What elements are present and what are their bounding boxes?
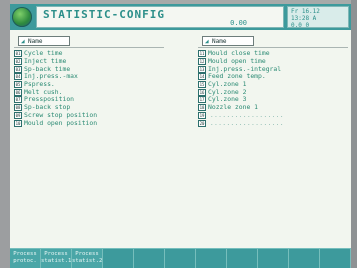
name-column-header[interactable]: ◢ Name — [18, 36, 70, 46]
item-number-box: 01 — [14, 50, 22, 58]
list-item[interactable]: 20.................. — [198, 119, 348, 127]
item-number-box: 17 — [198, 96, 206, 104]
item-number-box: 05 — [14, 81, 22, 89]
softkey-label-line1: Process — [75, 251, 99, 257]
header-divider — [198, 47, 348, 48]
statistic-config-panel: ◢ Name 01 Cycle time 02 Inject time 03 Sp-bac… — [10, 30, 351, 248]
list-item[interactable]: 19.................. — [198, 111, 348, 120]
list-item[interactable]: 18 Nozzle zone 1 — [198, 104, 348, 112]
item-number-box: 19 — [198, 111, 206, 119]
item-label: Mould open time — [208, 57, 266, 66]
left-bezel — [0, 0, 10, 268]
softkey-1[interactable]: Process protoc. — [10, 248, 41, 268]
status-date: Fr 16.12 — [291, 8, 320, 15]
list-item[interactable]: 10 Mould open position — [14, 119, 164, 127]
empty-slot-placeholder: .................. — [210, 119, 285, 127]
item-number-box: 09 — [14, 111, 22, 119]
sort-marker-icon: ◢ — [21, 38, 25, 45]
status-box: Fr 16.12 13:28 A 0.0 0 — [287, 6, 349, 29]
item-number-box: 06 — [14, 88, 22, 96]
item-label: Nozzle zone 1 — [208, 103, 259, 112]
item-number-box: 08 — [14, 104, 22, 112]
empty-slot-placeholder: .................. — [210, 111, 285, 119]
item-number-box: 11 — [198, 50, 206, 58]
header-label: Name — [212, 38, 227, 45]
left-column: ◢ Name 01 Cycle time 02 Inject time 03 Sp-bac… — [14, 36, 164, 127]
softkey-label-line2: statist.1 — [41, 258, 72, 264]
softkey-label-line2: protoc. — [13, 258, 37, 264]
item-label: Screw stop position — [24, 110, 98, 119]
globe-logo-icon — [12, 7, 32, 27]
right-bezel — [351, 0, 357, 268]
item-number-box: 07 — [14, 96, 22, 104]
softkey-7[interactable] — [196, 248, 227, 268]
page-title: STATISTIC-CONFIG — [43, 8, 165, 21]
item-number-box: 14 — [198, 73, 206, 81]
name-column-header[interactable]: ◢ Name — [202, 36, 254, 46]
header-divider — [14, 47, 164, 48]
softkey-2[interactable]: Process statist.1 — [41, 248, 72, 268]
softkey-6[interactable] — [165, 248, 196, 268]
softkey-3[interactable]: Process statist.2 — [72, 248, 103, 268]
softkey-9[interactable] — [258, 248, 289, 268]
item-number-box: 02 — [14, 58, 22, 66]
softkey-label-line1: Process — [44, 251, 68, 257]
softkey-5[interactable] — [134, 248, 165, 268]
item-label: Inject time — [24, 57, 67, 66]
cycle-time-readout: 0.00 — [230, 19, 247, 27]
softkey-bar: Process protoc. Process statist.1 Process sta… — [10, 248, 351, 268]
softkey-10[interactable] — [289, 248, 320, 268]
title-box: STATISTIC-CONFIG 0.00 — [36, 6, 284, 28]
item-number-box: 20 — [198, 119, 206, 127]
softkey-11[interactable] — [320, 248, 351, 268]
item-number-box: 16 — [198, 88, 206, 96]
item-number-box: 15 — [198, 81, 206, 89]
item-number-box: 10 — [14, 119, 22, 127]
item-number-box: 04 — [14, 73, 22, 81]
right-column: ◢ Name 11 Mould close time 12 Mould open ti… — [198, 36, 348, 127]
item-number-box: 13 — [198, 65, 206, 73]
status-clock: 13:28 A — [291, 15, 317, 22]
header-label: Name — [28, 38, 43, 45]
item-number-box: 12 — [198, 58, 206, 66]
sort-marker-icon: ◢ — [205, 38, 209, 45]
item-label: Mould open position — [24, 118, 98, 127]
status-value: 0.0 0 — [291, 22, 310, 29]
title-bar: STATISTIC-CONFIG 0.00 Fr 16.12 13:28 A 0… — [10, 4, 351, 30]
softkey-label-line2: statist.2 — [72, 258, 103, 264]
softkey-label-line1: Process — [13, 251, 37, 257]
item-number-box: 03 — [14, 65, 22, 73]
softkey-4[interactable] — [103, 248, 134, 268]
item-number-box: 18 — [198, 104, 206, 112]
softkey-8[interactable] — [227, 248, 258, 268]
